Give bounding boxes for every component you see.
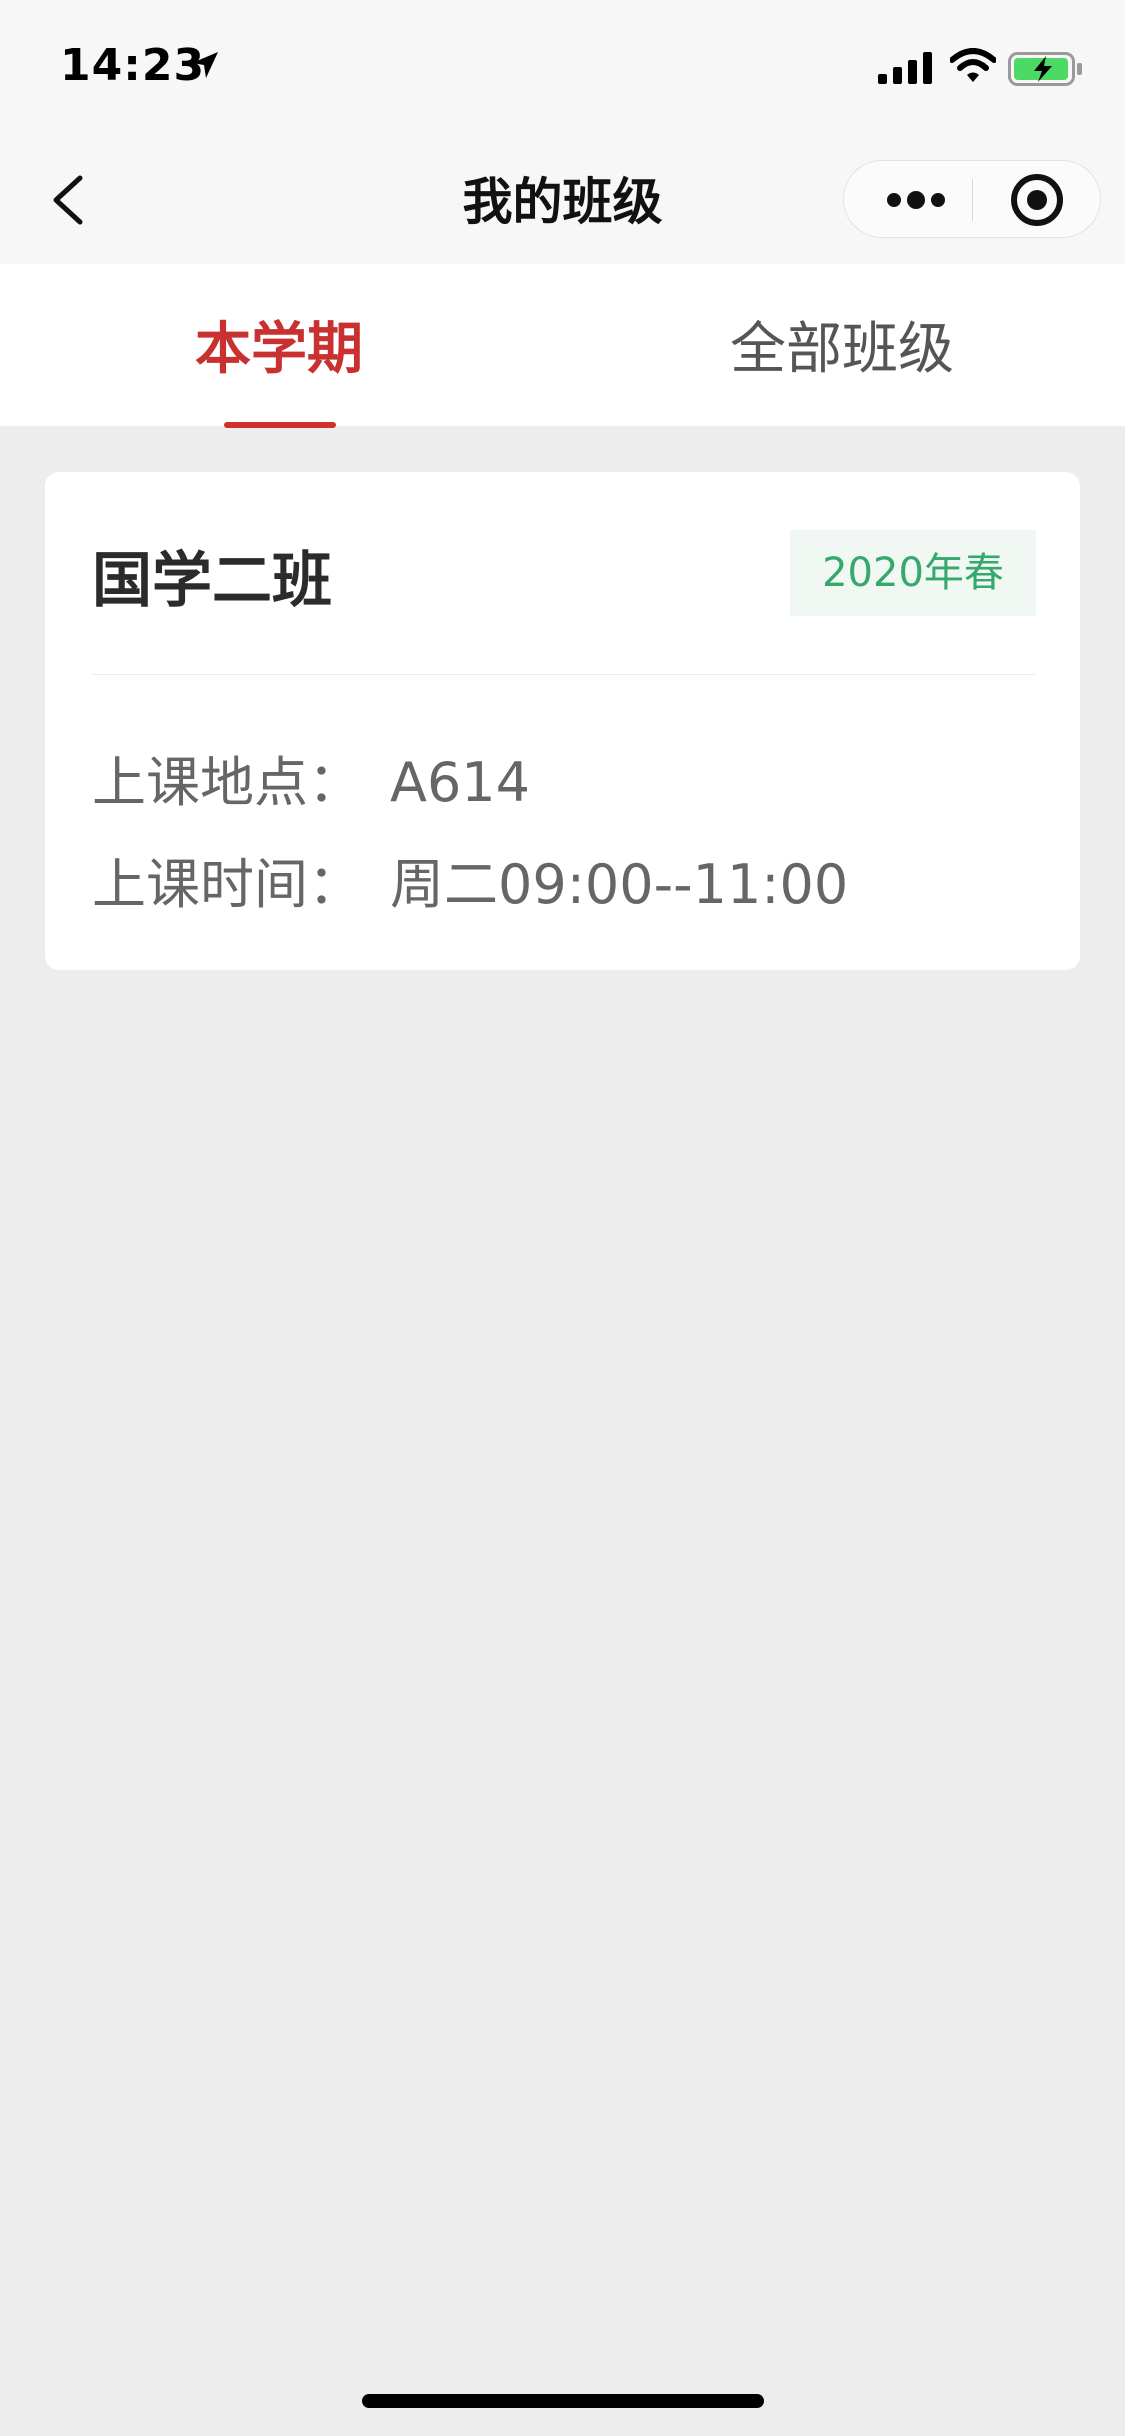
more-button[interactable] — [864, 161, 964, 239]
close-miniprogram-button[interactable] — [980, 161, 1094, 239]
time-row: 上课时间： 周二09:00--11:00 — [92, 840, 848, 919]
class-card[interactable]: 国学二班 2020年春 上课地点： A614 上课时间： 周二09:00--11:0… — [45, 472, 1080, 970]
target-icon — [1011, 174, 1063, 226]
location-value: A614 — [390, 751, 531, 814]
card-divider — [92, 674, 1035, 675]
wifi-icon — [949, 48, 997, 88]
status-bar: 14:23 — [0, 0, 1125, 132]
nav-bar: 我的班级 — [0, 132, 1125, 264]
location-arrow-icon — [190, 50, 220, 84]
tab-current-semester[interactable]: 本学期 — [195, 304, 363, 385]
tab-all-classes[interactable]: 全部班级 — [730, 304, 954, 385]
signal-icon — [878, 52, 934, 88]
capsule-divider — [972, 179, 973, 221]
status-time: 14:23 — [60, 40, 206, 91]
tab-active-indicator — [224, 422, 336, 428]
term-badge: 2020年春 — [790, 530, 1036, 616]
class-name: 国学二班 — [92, 546, 332, 616]
home-indicator — [362, 2394, 764, 2408]
time-value: 周二09:00--11:00 — [390, 853, 849, 916]
tab-bar: 本学期 全部班级 — [0, 264, 1125, 428]
time-label: 上课时间： — [92, 853, 362, 916]
battery-charging-icon — [1008, 52, 1084, 90]
location-label: 上课地点： — [92, 751, 362, 814]
location-row: 上课地点： A614 — [92, 738, 530, 817]
more-dots-icon — [887, 191, 945, 209]
capsule-menu — [843, 160, 1101, 238]
